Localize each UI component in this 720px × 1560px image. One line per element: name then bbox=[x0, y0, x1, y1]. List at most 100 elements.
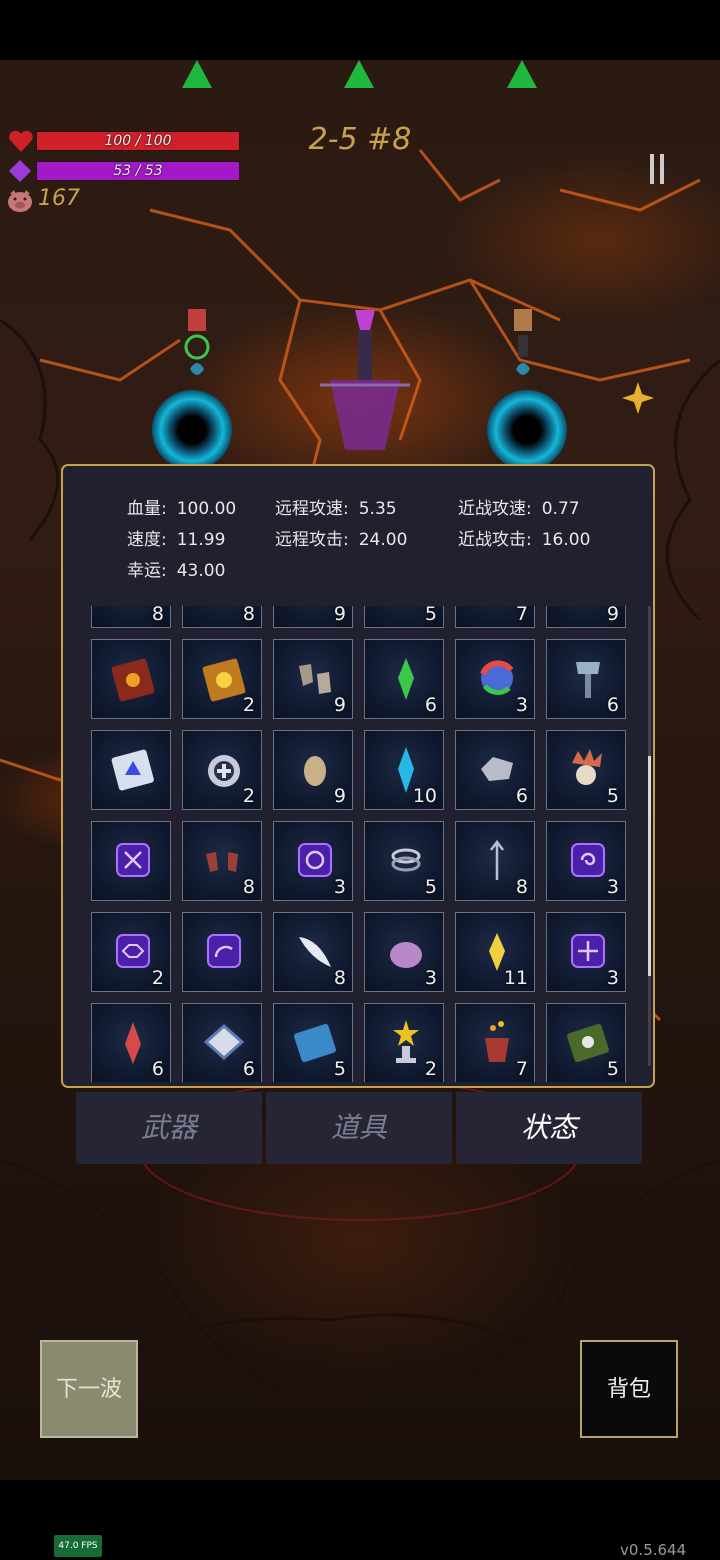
item-slot[interactable]: 10 bbox=[364, 730, 444, 810]
portal-right bbox=[487, 390, 567, 470]
item-slot[interactable]: 5 bbox=[364, 821, 444, 901]
item-slot[interactable] bbox=[91, 730, 171, 810]
item-slot[interactable]: 2 bbox=[182, 639, 262, 719]
item-slot[interactable]: 3 bbox=[546, 912, 626, 992]
item-count: 9 bbox=[333, 785, 346, 807]
stat-hp: 血量: 100.00 bbox=[127, 499, 237, 519]
item-count: 8 bbox=[242, 876, 255, 898]
enemy-tower-right bbox=[514, 309, 532, 375]
item-count: 3 bbox=[333, 876, 346, 898]
item-slot[interactable]: 5 bbox=[273, 1003, 353, 1082]
stat-melee-attack: 近战攻击: 16.00 bbox=[458, 530, 591, 550]
spawn-arrow-right bbox=[507, 60, 537, 88]
item-slot[interactable]: 3 bbox=[364, 912, 444, 992]
version-label: v0.5.644 bbox=[620, 1541, 687, 1559]
item-slot[interactable]: 6 bbox=[455, 730, 535, 810]
wave-indicator: 2-5 #8 bbox=[308, 122, 412, 157]
item-count: 5 bbox=[424, 876, 437, 898]
item-slot[interactable]: 3 bbox=[546, 821, 626, 901]
item-count: 2 bbox=[151, 967, 164, 989]
item-slot[interactable]: 2 bbox=[364, 1003, 444, 1082]
item-count: 9 bbox=[333, 606, 346, 625]
player-totem bbox=[320, 310, 410, 450]
spawn-arrow-left bbox=[182, 60, 212, 88]
heart-icon bbox=[9, 130, 33, 152]
item-count: 2 bbox=[424, 1058, 437, 1080]
gold-sparkle bbox=[622, 382, 654, 414]
item-count: 8 bbox=[242, 606, 255, 625]
status-panel: 血量: 100.00 远程攻速: 5.35 近战攻速: 0.77 速度: 11.99 远… bbox=[61, 464, 655, 1088]
portal-left bbox=[152, 390, 232, 470]
stat-speed: 速度: 11.99 bbox=[127, 530, 226, 550]
item-slot[interactable]: 7 bbox=[455, 606, 535, 628]
backpack-button[interactable]: 背包 bbox=[580, 1340, 678, 1438]
next-wave-button[interactable]: 下一波 bbox=[40, 1340, 138, 1438]
pig-coin-icon bbox=[8, 190, 32, 212]
item-scrollbar[interactable] bbox=[648, 606, 651, 1066]
enemy-tower-left bbox=[184, 309, 210, 375]
item-count: 5 bbox=[606, 785, 619, 807]
item-count: 9 bbox=[333, 694, 346, 716]
item-slot[interactable]: 6 bbox=[91, 1003, 171, 1082]
health-text: 100 / 100 bbox=[104, 133, 172, 149]
item-count: 7 bbox=[515, 606, 528, 625]
item-count: 3 bbox=[606, 967, 619, 989]
item-count: 8 bbox=[151, 606, 164, 625]
item-slot[interactable]: 8 bbox=[182, 606, 262, 628]
item-slot[interactable]: 8 bbox=[273, 912, 353, 992]
item-slot[interactable]: 5 bbox=[546, 730, 626, 810]
item-count: 7 bbox=[515, 1058, 528, 1080]
item-slot[interactable]: 9 bbox=[273, 606, 353, 628]
item-count: 2 bbox=[242, 785, 255, 807]
item-count: 6 bbox=[424, 694, 437, 716]
item-slot[interactable]: 9 bbox=[273, 730, 353, 810]
item-slot[interactable] bbox=[91, 821, 171, 901]
item-slot[interactable]: 5 bbox=[546, 1003, 626, 1082]
health-bar: 100 / 100 bbox=[36, 131, 240, 151]
item-count: 8 bbox=[515, 876, 528, 898]
item-slot[interactable]: 2 bbox=[182, 730, 262, 810]
item-slot[interactable]: 9 bbox=[546, 606, 626, 628]
item-slot[interactable] bbox=[91, 639, 171, 719]
item-count: 8 bbox=[333, 967, 346, 989]
stat-ranged-attack: 远程攻击: 24.00 bbox=[275, 530, 408, 550]
item-slot[interactable]: 6 bbox=[364, 639, 444, 719]
item-count: 3 bbox=[515, 694, 528, 716]
item-slot[interactable]: 8 bbox=[91, 606, 171, 628]
item-count: 9 bbox=[606, 606, 619, 625]
item-slot[interactable] bbox=[182, 912, 262, 992]
tab-status[interactable]: 状态 bbox=[456, 1092, 642, 1164]
item-count: 3 bbox=[424, 967, 437, 989]
stat-luck: 幸运: 43.00 bbox=[127, 561, 226, 581]
item-count: 6 bbox=[606, 694, 619, 716]
item-slot[interactable]: 7 bbox=[455, 1003, 535, 1082]
item-count: 5 bbox=[424, 606, 437, 625]
item-count: 5 bbox=[606, 1058, 619, 1080]
item-scrollbar-thumb[interactable] bbox=[648, 756, 651, 976]
mana-bar: 53 / 53 bbox=[36, 161, 240, 181]
coin-count: 167 bbox=[38, 186, 80, 211]
mana-diamond-icon bbox=[9, 160, 31, 182]
item-slot[interactable]: 9 bbox=[273, 639, 353, 719]
item-slot[interactable]: 3 bbox=[273, 821, 353, 901]
stat-ranged-speed: 远程攻速: 5.35 bbox=[275, 499, 397, 519]
item-slot[interactable]: 3 bbox=[455, 639, 535, 719]
mana-text: 53 / 53 bbox=[113, 163, 163, 179]
fps-counter: 47.0 FPS bbox=[54, 1535, 102, 1557]
item-count: 6 bbox=[151, 1058, 164, 1080]
item-count: 2 bbox=[242, 694, 255, 716]
item-slot[interactable]: 8 bbox=[455, 821, 535, 901]
tab-weapons[interactable]: 武器 bbox=[76, 1092, 262, 1164]
tab-items[interactable]: 道具 bbox=[266, 1092, 452, 1164]
item-slot[interactable]: 5 bbox=[364, 606, 444, 628]
item-slot[interactable]: 11 bbox=[455, 912, 535, 992]
item-slot[interactable]: 6 bbox=[546, 639, 626, 719]
item-count: 3 bbox=[606, 876, 619, 898]
item-slot[interactable]: 2 bbox=[91, 912, 171, 992]
item-slot[interactable]: 6 bbox=[182, 1003, 262, 1082]
item-grid[interactable]: 8 8 9 5 7 9 2 9 6 3 6 2 9 10 6 5 8 3 5 8 3 2 8 3 11 3 6 6 5 2 7 5 bbox=[91, 606, 635, 1082]
item-count: 10 bbox=[412, 785, 437, 807]
pause-button[interactable] bbox=[650, 154, 670, 188]
item-slot[interactable]: 8 bbox=[182, 821, 262, 901]
item-count: 5 bbox=[333, 1058, 346, 1080]
